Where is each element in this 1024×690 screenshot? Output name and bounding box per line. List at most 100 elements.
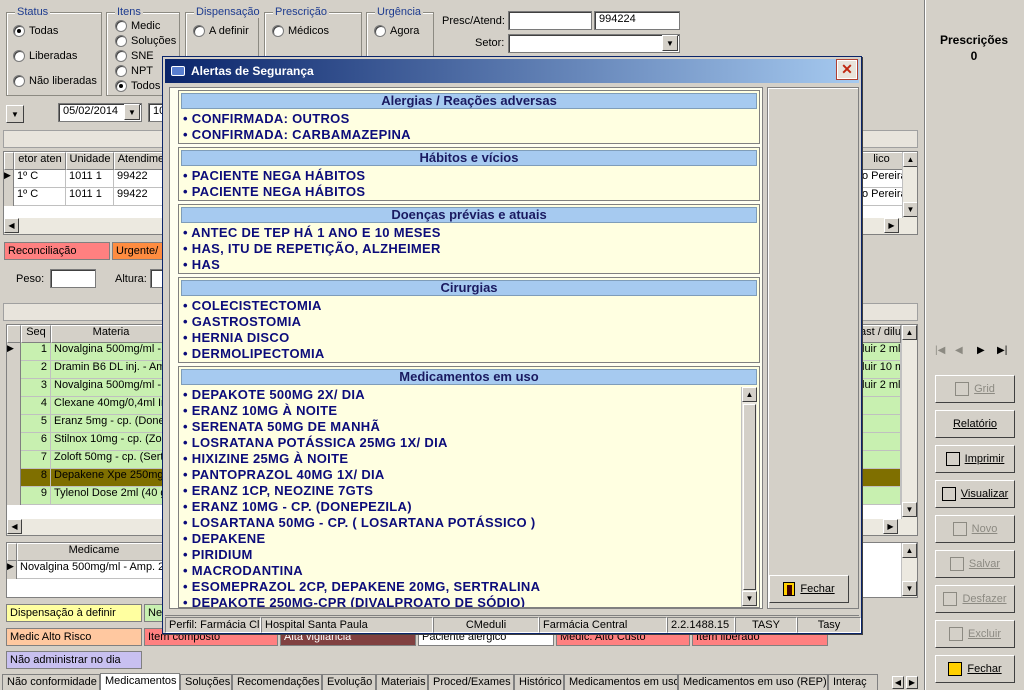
top-grid-vscroll[interactable]: ▲ ▼ — [902, 152, 917, 218]
presc-atend-label: Presc/Atend: — [442, 15, 505, 27]
col-unidade-header[interactable]: Unidade — [66, 152, 114, 170]
row2-setor[interactable]: 1º C — [14, 188, 66, 206]
seq-cell[interactable]: 1 — [21, 343, 51, 361]
fechar-dialog-button[interactable]: Fechar — [769, 575, 849, 603]
peso-input[interactable] — [50, 269, 96, 288]
itens-npt-radio[interactable]: NPT — [115, 65, 153, 77]
action-button-4[interactable]: Novo — [935, 515, 1015, 543]
row1-unidade[interactable]: 1011 1 — [66, 170, 114, 188]
action-button-6[interactable]: Desfazer — [935, 585, 1015, 613]
diluicao-cell[interactable] — [859, 487, 901, 505]
diluicao-cell[interactable] — [859, 433, 901, 451]
action-button-3[interactable]: Visualizar — [935, 480, 1015, 508]
itens-todos-radio[interactable]: Todos — [115, 80, 160, 92]
date-dropdown-button[interactable]: ▼ — [124, 104, 140, 120]
nav-prev-button[interactable]: ◀ — [955, 345, 973, 363]
setor-dropdown-button[interactable]: ▼ — [662, 35, 678, 51]
items-grid-vscroll[interactable]: ▲ ▼ — [901, 325, 917, 519]
presc-input[interactable] — [508, 11, 592, 30]
action-button-0[interactable]: Grid — [935, 375, 1015, 403]
material-cell[interactable]: Eranz 5mg - cp. (Donep — [51, 415, 171, 433]
tab-4[interactable]: Evolução — [322, 674, 376, 690]
col-seq-header[interactable]: Seq — [21, 325, 51, 343]
col-setor-header[interactable]: etor aten — [14, 152, 66, 170]
tab-1[interactable]: Medicamentos — [100, 673, 180, 690]
status-liberadas-radio[interactable]: Liberadas — [13, 50, 77, 62]
row2-unidade[interactable]: 1011 1 — [66, 188, 114, 206]
material-cell[interactable]: Clexane 40mg/0,4ml Inj — [51, 397, 171, 415]
tabs-scroll-left[interactable]: ◀ — [892, 676, 904, 689]
col-material-header[interactable]: Materia — [51, 325, 171, 343]
seq-cell[interactable]: 5 — [21, 415, 51, 433]
bottom-grid-vscroll[interactable]: ▲ ▼ — [901, 543, 917, 597]
diluicao-cell[interactable]: luir 2 ml — [859, 343, 901, 361]
col-diluicao-header[interactable]: ast / dilu — [859, 325, 901, 343]
row2-medico[interactable]: o Pereira — [859, 188, 904, 206]
dispensacao-a-definir-radio[interactable]: A definir — [193, 25, 249, 37]
status-db: Tasy — [797, 617, 861, 633]
tab-5[interactable]: Materiais — [376, 674, 428, 690]
diluicao-cell[interactable]: luir 10 m — [859, 361, 901, 379]
nav-next-button[interactable]: ▶ — [977, 345, 995, 363]
row1-medico[interactable]: o Pereira — [859, 170, 904, 188]
itens-solucoes-radio[interactable]: Soluções — [115, 35, 176, 47]
action-button-8[interactable]: Fechar — [935, 655, 1015, 683]
medicamentos-vscroll[interactable]: ▲ ▼ — [741, 387, 757, 607]
tab-10[interactable]: Interaç — [828, 674, 878, 690]
tab-3[interactable]: Recomendações — [232, 674, 322, 690]
seq-cell[interactable]: 7 — [21, 451, 51, 469]
door-exit-icon — [783, 582, 796, 596]
diluicao-cell[interactable] — [859, 397, 901, 415]
setor-select[interactable] — [508, 34, 680, 53]
nav-first-button[interactable]: |◀ — [935, 345, 953, 363]
material-cell[interactable]: Stilnox 10mg - cp. (Zolp — [51, 433, 171, 451]
seq-cell[interactable]: 3 — [21, 379, 51, 397]
action-button-label: Fechar — [967, 663, 1002, 675]
itens-sne-radio[interactable]: SNE — [115, 50, 154, 62]
diluicao-cell[interactable] — [859, 469, 901, 487]
material-cell[interactable]: Depakene Xpe 250mg — [51, 469, 171, 487]
tab-8[interactable]: Medicamentos em uso — [564, 674, 678, 690]
row1-setor[interactable]: 1º C — [14, 170, 66, 188]
diluicao-cell[interactable]: luir 2 ml — [859, 379, 901, 397]
tab-6[interactable]: Proced/Exames — [428, 674, 514, 690]
itens-medic-radio[interactable]: Medic — [115, 20, 160, 32]
material-cell[interactable]: Zoloft 50mg - cp. (Sertr — [51, 451, 171, 469]
material-cell[interactable]: Novalgina 500mg/ml - A — [51, 343, 171, 361]
seq-cell[interactable]: 8 — [21, 469, 51, 487]
delete-icon — [948, 627, 963, 641]
action-button-2[interactable]: Imprimir — [935, 445, 1015, 473]
action-button-7[interactable]: Excluir — [935, 620, 1015, 648]
action-button-5[interactable]: Salvar — [935, 550, 1015, 578]
collapse-toggle-button[interactable]: ▼ — [6, 105, 24, 123]
prescricao-group: Prescrição — [264, 6, 362, 62]
action-button-1[interactable]: Relatório — [935, 410, 1015, 438]
tab-7[interactable]: Histórico — [514, 674, 564, 690]
status-title: Status — [15, 6, 51, 18]
material-cell[interactable]: Dramin B6 DL inj. - Amp — [51, 361, 171, 379]
bottom-row-medicamento[interactable]: Novalgina 500mg/ml - Amp. 2 — [17, 561, 171, 579]
status-nao-liberadas-radio[interactable]: Não liberadas — [13, 75, 97, 87]
material-cell[interactable]: Novalgina 500mg/ml - A — [51, 379, 171, 397]
seq-cell[interactable]: 2 — [21, 361, 51, 379]
app-icon — [171, 66, 185, 76]
section-alergias-title: Alergias / Reações adversas — [181, 93, 757, 109]
col-medicamento-header[interactable]: Medicame — [17, 543, 171, 561]
nav-last-button[interactable]: ▶| — [997, 345, 1015, 363]
diluicao-cell[interactable] — [859, 451, 901, 469]
urgencia-agora-radio[interactable]: Agora — [374, 25, 419, 37]
col-medico-header[interactable]: lico — [859, 152, 904, 170]
tab-2[interactable]: Soluções — [180, 674, 232, 690]
prescricao-medicos-radio[interactable]: Médicos — [272, 25, 329, 37]
seq-cell[interactable]: 9 — [21, 487, 51, 505]
status-todas-radio[interactable]: Todas — [13, 25, 58, 37]
material-cell[interactable]: Tylenol Dose 2ml (40 g — [51, 487, 171, 505]
close-icon[interactable]: ✕ — [837, 60, 857, 79]
diluicao-cell[interactable] — [859, 415, 901, 433]
seq-cell[interactable]: 4 — [21, 397, 51, 415]
tabs-scroll-right[interactable]: ▶ — [906, 676, 918, 689]
seq-cell[interactable]: 6 — [21, 433, 51, 451]
tab-0[interactable]: Não conformidade — [2, 674, 100, 690]
atend-input[interactable]: 994224 — [594, 11, 680, 30]
tab-9[interactable]: Medicamentos em uso (REP) — [678, 674, 828, 690]
